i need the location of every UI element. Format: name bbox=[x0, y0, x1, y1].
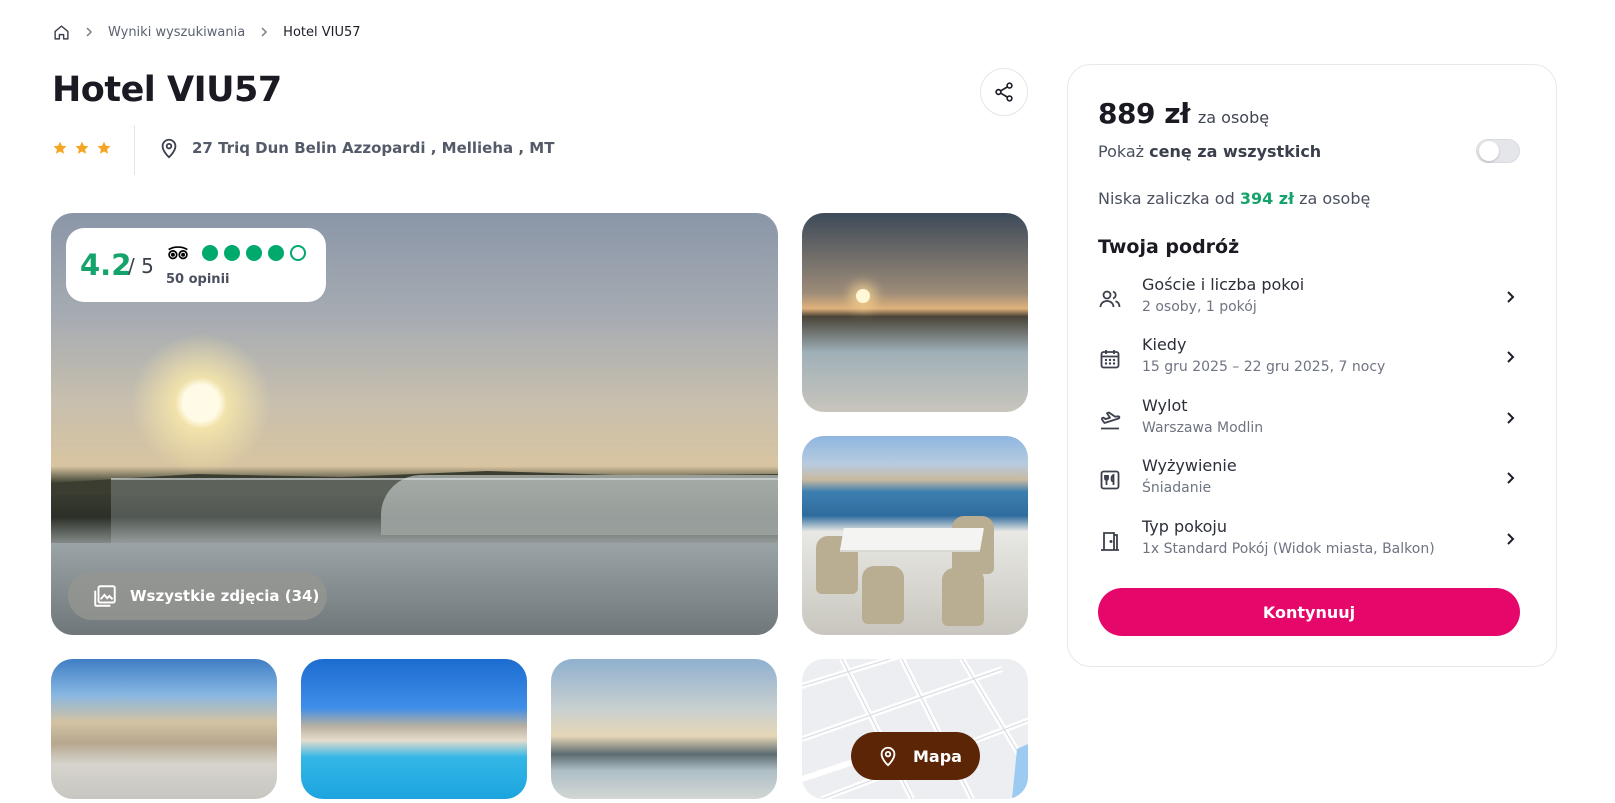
tripadvisor-owl-icon bbox=[168, 246, 188, 260]
gallery-photo-terrace[interactable] bbox=[802, 436, 1028, 635]
price-value: 889 zł bbox=[1098, 97, 1190, 130]
photos-icon bbox=[94, 585, 116, 607]
trip-item-value: 2 osoby, 1 pokój bbox=[1142, 299, 1257, 315]
home-icon[interactable] bbox=[53, 24, 70, 41]
trip-item-label: Kiedy bbox=[1142, 335, 1187, 354]
trip-item-label: Goście i liczba pokoi bbox=[1142, 275, 1305, 294]
map-button[interactable]: Mapa bbox=[851, 732, 980, 780]
rating-score: 4.2 bbox=[80, 248, 132, 282]
all-photos-button[interactable]: Wszystkie zdjęcia (34) bbox=[68, 572, 327, 620]
trip-item-room-type[interactable]: Typ pokoju 1x Standard Pokój (Widok mias… bbox=[1098, 517, 1518, 567]
trip-item-dates[interactable]: Kiedy 15 gru 2025 – 22 gru 2025, 7 nocy bbox=[1098, 335, 1518, 385]
trip-title: Twoja podróż bbox=[1098, 236, 1240, 258]
rating-bubble-filled bbox=[202, 245, 218, 261]
rating-max: / 5 bbox=[128, 254, 154, 278]
trip-item-label: Typ pokoju bbox=[1142, 517, 1228, 536]
breadcrumb: Wyniki wyszukiwania Hotel VIU57 bbox=[53, 22, 361, 42]
rating-bubbles bbox=[202, 245, 306, 261]
continue-button[interactable]: Kontynuuj bbox=[1098, 588, 1520, 636]
toggle-knob bbox=[1479, 141, 1499, 161]
price-unit: za osobę bbox=[1197, 108, 1270, 127]
meals-icon bbox=[1100, 470, 1120, 490]
star-icon bbox=[97, 141, 111, 154]
photo-railing bbox=[111, 478, 778, 548]
rating-bubble-empty bbox=[290, 245, 306, 261]
room-door-icon bbox=[1101, 532, 1119, 551]
gallery-photo-pool-sunset[interactable] bbox=[802, 213, 1028, 412]
breadcrumb-search-results-link[interactable]: Wyniki wyszukiwania bbox=[108, 25, 245, 40]
chevron-right-icon bbox=[84, 27, 94, 37]
chevron-right-icon bbox=[1507, 472, 1515, 484]
chevron-right-icon bbox=[1507, 351, 1515, 363]
hotel-address[interactable]: 27 Triq Dun Belin Azzopardi , Mellieha ,… bbox=[158, 136, 554, 160]
chevron-right-icon bbox=[1507, 533, 1515, 545]
show-all-bold: cenę za wszystkich bbox=[1149, 142, 1322, 161]
all-photos-label: Wszystkie zdjęcia (34) bbox=[130, 587, 320, 605]
trip-item-value: 1x Standard Pokój (Widok miasta, Balkon) bbox=[1142, 541, 1435, 557]
location-pin-icon bbox=[161, 138, 177, 159]
location-pin-icon bbox=[880, 746, 896, 767]
page-title: Hotel VIU57 bbox=[52, 70, 282, 110]
photo-table bbox=[840, 528, 984, 550]
deposit-prefix: Niska zaliczka od bbox=[1098, 189, 1240, 208]
hotel-stars bbox=[52, 140, 112, 156]
address-text: 27 Triq Dun Belin Azzopardi , Mellieha ,… bbox=[192, 139, 555, 157]
trip-item-label: Wyżywienie bbox=[1142, 456, 1237, 475]
deposit-suffix: za osobę bbox=[1294, 189, 1371, 208]
trip-item-value: Śniadanie bbox=[1142, 480, 1212, 496]
share-button[interactable] bbox=[980, 68, 1028, 116]
chevron-right-icon bbox=[259, 27, 269, 37]
show-total-price-label: Pokaż cenę za wszystkich bbox=[1098, 142, 1321, 161]
star-icon bbox=[75, 141, 89, 154]
plane-departure-icon bbox=[1101, 411, 1121, 430]
star-icon bbox=[53, 141, 67, 154]
photo-chair bbox=[942, 568, 984, 626]
rating-bubble-filled bbox=[224, 245, 240, 261]
share-icon bbox=[995, 82, 1013, 102]
gallery-photo-pool[interactable] bbox=[301, 659, 527, 799]
chevron-right-icon bbox=[1507, 412, 1515, 424]
show-all-prefix: Pokaż bbox=[1098, 142, 1150, 161]
deposit-amount: 394 zł bbox=[1239, 189, 1295, 208]
photo-chair bbox=[862, 566, 904, 624]
rating-card[interactable]: 4.2 / 5 50 opinii bbox=[66, 228, 326, 302]
booking-panel: 889 zł za osobę Pokaż cenę za wszystkich… bbox=[1067, 64, 1557, 667]
trip-item-departure[interactable]: Wylot Warszawa Modlin bbox=[1098, 396, 1518, 446]
chevron-right-icon bbox=[1507, 291, 1515, 303]
price: 889 zł za osobę bbox=[1098, 97, 1269, 130]
trip-item-value: Warszawa Modlin bbox=[1142, 420, 1264, 436]
breadcrumb-current: Hotel VIU57 bbox=[283, 24, 361, 40]
trip-item-meals[interactable]: Wyżywienie Śniadanie bbox=[1098, 456, 1518, 506]
deposit-info: Niska zaliczka od 394 zł za osobę bbox=[1098, 189, 1370, 208]
calendar-icon bbox=[1100, 350, 1120, 369]
trip-item-label: Wylot bbox=[1142, 396, 1188, 415]
trip-item-guests[interactable]: Goście i liczba pokoi 2 osoby, 1 pokój bbox=[1098, 275, 1518, 325]
rating-bubble-filled bbox=[268, 245, 284, 261]
photo-sun bbox=[856, 289, 870, 303]
guests-icon bbox=[1099, 290, 1121, 308]
gallery-photo-restaurant[interactable] bbox=[51, 659, 277, 799]
rating-bubble-filled bbox=[246, 245, 262, 261]
show-total-price-toggle[interactable] bbox=[1476, 139, 1520, 163]
trip-item-value: 15 gru 2025 – 22 gru 2025, 7 nocy bbox=[1142, 359, 1386, 375]
gallery-photo-view[interactable] bbox=[551, 659, 777, 799]
reviews-count: 50 opinii bbox=[166, 272, 230, 287]
map-label: Mapa bbox=[913, 746, 962, 766]
divider bbox=[134, 125, 135, 175]
